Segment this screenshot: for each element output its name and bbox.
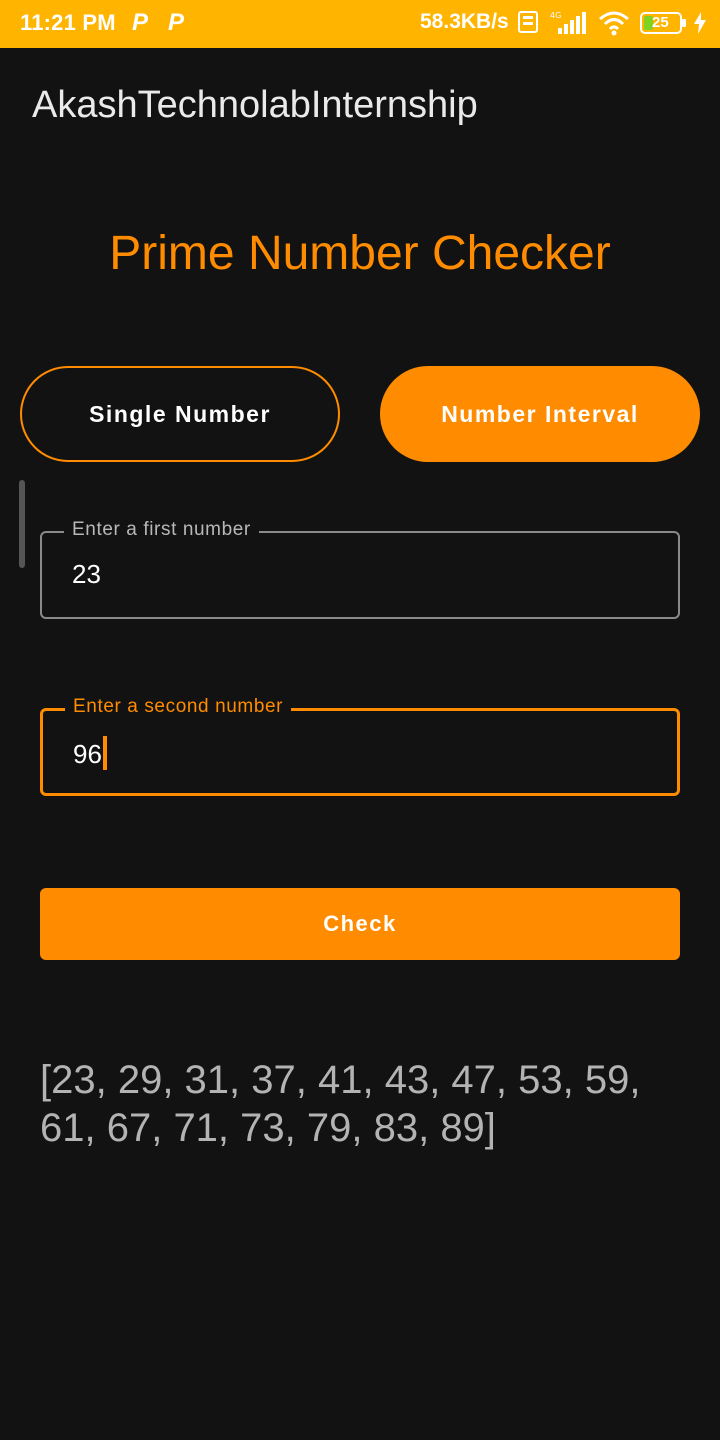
text-cursor — [102, 736, 107, 770]
second-number-label: Enter a second number — [65, 696, 292, 718]
first-number-value[interactable]: 23 — [72, 559, 101, 590]
battery-level: 25 — [652, 14, 669, 31]
notification-p-icon: P — [168, 9, 185, 36]
second-number-input[interactable]: 96 — [73, 736, 107, 770]
wifi-icon — [598, 10, 630, 41]
network-speed: 58.3KB/s — [420, 10, 509, 33]
charging-icon — [694, 12, 706, 39]
second-number-value: 96 — [73, 739, 102, 769]
volte-icon — [518, 10, 538, 39]
svg-text:4G: 4G — [550, 11, 561, 20]
number-interval-button[interactable]: Number Interval — [380, 366, 700, 462]
single-number-button[interactable]: Single Number — [20, 366, 340, 462]
first-number-field[interactable]: Enter a first number 23 — [40, 519, 680, 619]
page-title: Prime Number Checker — [109, 227, 611, 280]
first-number-label: Enter a first number — [64, 519, 259, 541]
result-text: [23, 29, 31, 37, 41, 43, 47, 53, 59, 61,… — [40, 1058, 641, 1150]
scrollbar[interactable] — [19, 480, 25, 568]
notification-p-icon: P — [132, 9, 149, 36]
signal-4g-icon: 4G — [548, 10, 588, 41]
second-number-field[interactable]: Enter a second number 96 — [40, 696, 680, 796]
status-bar: 11:21 PM P P 58.3KB/s 4G 25 — [0, 0, 720, 48]
status-time: 11:21 PM — [20, 10, 116, 35]
check-button[interactable]: Check — [40, 888, 680, 960]
app-title: AkashTechnolabInternship — [32, 84, 478, 126]
